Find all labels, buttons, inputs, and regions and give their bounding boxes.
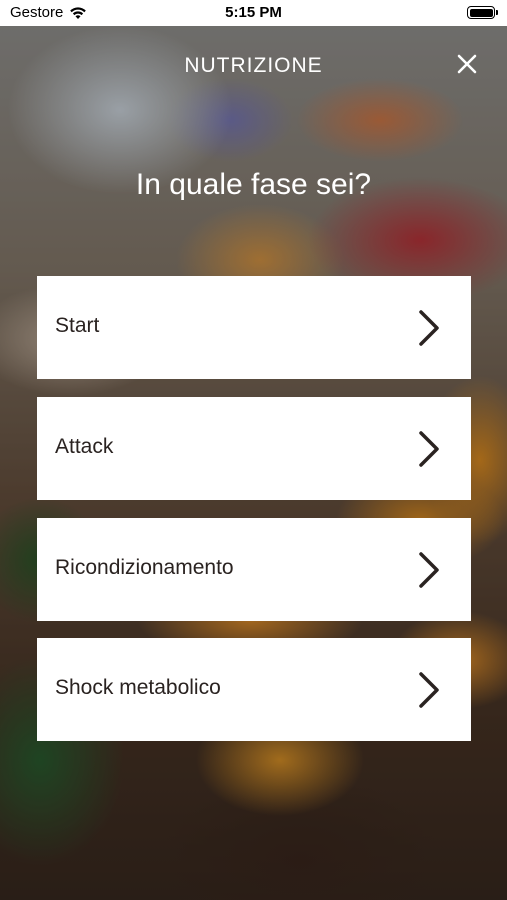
question-heading: In quale fase sei? — [135, 168, 372, 201]
chevron-right-icon — [419, 672, 439, 708]
close-button[interactable] — [455, 52, 479, 76]
status-time: 5:15 PM — [225, 4, 282, 21]
option-label: Start — [55, 314, 100, 337]
chevron-right-icon — [419, 431, 439, 467]
option-ricondizionamento[interactable]: Ricondizionamento — [37, 518, 471, 621]
chevron-right-icon — [419, 552, 439, 588]
status-right — [467, 6, 498, 19]
close-icon — [457, 54, 477, 74]
option-label: Attack — [55, 435, 114, 458]
option-attack[interactable]: Attack — [37, 397, 471, 500]
option-label: Shock metabolico — [55, 676, 221, 699]
nav-header: NUTRIZIONE — [0, 26, 507, 106]
status-bar: Gestore 5:15 PM — [0, 0, 507, 26]
page-title: NUTRIZIONE — [184, 54, 323, 77]
option-start[interactable]: Start — [37, 276, 471, 379]
option-label: Ricondizionamento — [55, 556, 234, 579]
battery-icon — [467, 6, 498, 19]
option-shock-metabolico[interactable]: Shock metabolico — [37, 638, 471, 741]
chevron-right-icon — [419, 310, 439, 346]
